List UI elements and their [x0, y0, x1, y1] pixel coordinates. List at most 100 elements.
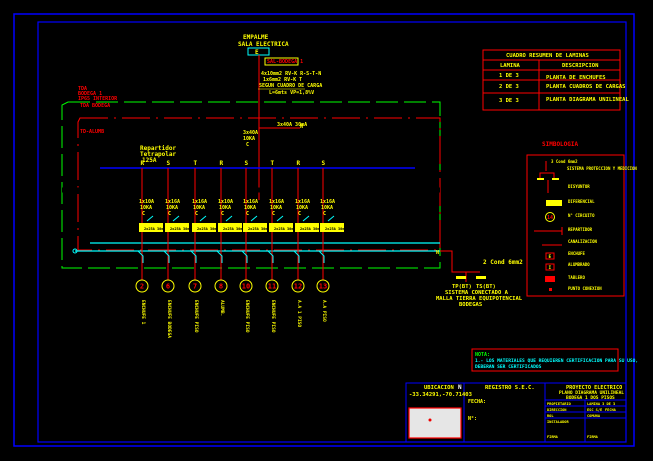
- sheet-row-description: PLANTA DE ENCHUFES: [546, 75, 606, 81]
- sheets-header-descripcion: DESCRIPCION: [562, 63, 598, 69]
- circuit-name: ENCHUFE BODEGA: [166, 300, 172, 338]
- circuit-differential-label: 2x25A 30mA: [144, 227, 166, 231]
- circuit-phase: T: [271, 160, 275, 167]
- sheet-row-description: PLANTA DIAGRAMA UNILINEAL: [546, 97, 629, 103]
- main-breaker-ka: 10KA: [243, 136, 255, 142]
- panel-icon: [545, 276, 555, 282]
- circuit-number: 12: [294, 283, 302, 291]
- circuit-phase: R: [220, 160, 224, 167]
- circuit-name: A.A PISO: [321, 300, 327, 322]
- cable-spec-4: L=6mts VP=1,8%V: [269, 90, 314, 96]
- circuit-number: 7: [193, 283, 197, 291]
- circuit-number: 10: [242, 283, 250, 291]
- panel-tag-4: TDA BODEGA: [80, 103, 110, 109]
- circuit-differential-label: 2x25A 30mA: [223, 227, 245, 231]
- empalme-box-label: E: [255, 49, 259, 56]
- legend-ground-icon: [552, 178, 559, 180]
- circuit-phase: S: [167, 160, 171, 167]
- legend-item-label: DIFERENCIAL: [568, 199, 595, 204]
- sheet-row-number: 2 DE 3: [499, 84, 519, 90]
- legend-item-label: 3 Cond 6mm2: [551, 159, 578, 164]
- empalme-subtitle: SALA ELECTRICA: [238, 41, 289, 48]
- circuit-phase: R: [297, 160, 301, 167]
- light-glyph: I: [549, 265, 552, 271]
- registry-number-label: N°:: [468, 416, 477, 422]
- circuit-number: 6: [166, 283, 170, 291]
- registry-date-label: FECHA:: [468, 399, 486, 405]
- ground-text-3: BODEGAS: [459, 302, 482, 308]
- connection-point-icon: [549, 288, 552, 291]
- ground-cable-label: 2 Cond 6mm2: [483, 259, 523, 266]
- bus-neutral-label: N: [436, 250, 439, 256]
- circuit-number: 8: [219, 283, 223, 291]
- circuit-name: A.A 1 PISO: [296, 300, 302, 327]
- circuit-name: ENCHUFE PISO: [270, 300, 276, 333]
- ground-symbol-1: [456, 276, 466, 279]
- note-title: NOTA:: [475, 352, 490, 358]
- legend: 3 Cond 6mm2 SISTEMA PROTECCION Y MEDICION…: [534, 159, 637, 291]
- circuit-differential-label: 2x25A 30mA: [248, 227, 270, 231]
- sheet-row-description: PLANTA CUADROS DE CARGAS: [546, 84, 625, 90]
- cable-spec-3: SEGUN CUADRO DE CARGA: [259, 83, 322, 89]
- circuit-phase: S: [322, 160, 326, 167]
- circuit-name: ALUMB.: [219, 300, 225, 316]
- circuit-breaker-curve: C: [142, 211, 145, 217]
- title-block: UBICACION -33.34291,-70.71403 N REGISTRO…: [405, 382, 627, 443]
- circuit-breaker-curve: C: [195, 211, 198, 217]
- tb-address: DIRECCION: [547, 408, 566, 412]
- circuits: R1x10A10KAC2x25A 30mA2ENCHUFE 1S1x16A10K…: [135, 160, 439, 338]
- circuit-differential-label: 2x25A 30mA: [170, 227, 192, 231]
- tb-owner: PROPIETARIO: [547, 402, 571, 406]
- sheets-title: CUADRO RESUMEN DE LAMINAS: [506, 53, 589, 59]
- circuit-phase: T: [194, 160, 198, 167]
- legend-item-label: DISYUNTOR: [568, 184, 590, 189]
- circuit-phase: R: [141, 160, 145, 167]
- circuit-number: 13: [319, 283, 327, 291]
- circuit-number: 11: [268, 283, 276, 291]
- neutral-label: N: [300, 124, 303, 130]
- sheet-row-number: 3 DE 3: [499, 98, 519, 104]
- tb-scale: ESC S/E: [587, 408, 602, 412]
- tb-signature-1: FIRMA: [547, 435, 559, 439]
- tb-rol: ROL: [547, 414, 554, 418]
- distributor-label-3: 125A: [142, 157, 157, 164]
- distributor-icon: [534, 227, 563, 235]
- circuit-breaker-curve: C: [168, 211, 171, 217]
- circuit-differential-label: 2x25A 30mA: [300, 227, 322, 231]
- tb-date: FECHA: [605, 408, 617, 412]
- legend-item-label: SISTEMA PROTECCION Y MEDICION: [567, 166, 637, 171]
- circuit-differential-label: 2x25A 30mA: [274, 227, 296, 231]
- circuit-breaker-curve: C: [272, 211, 275, 217]
- single-line-diagram: EMPALME SALA ELECTRICA E SAL-BODEGA 1 4x…: [13, 13, 638, 447]
- legend-title: SIMBOLOGIA: [542, 141, 579, 148]
- sheet-row-number: 1 DE 3: [499, 73, 519, 79]
- note-text-2: DEBERAN SER CERTIFICADOS: [475, 364, 542, 370]
- circuit-phase: S: [245, 160, 249, 167]
- legend-item-label: REPARTIDOR: [568, 227, 593, 232]
- circuit-breaker-curve: C: [323, 211, 326, 217]
- circuit-breaker-curve: C: [221, 211, 224, 217]
- ground-symbol-2: [476, 276, 486, 279]
- legend-item-label: CANALIZACION: [568, 239, 597, 244]
- circuit-name: ENCHUFE PISO: [193, 300, 199, 333]
- panel-tag-5: TD-ALUMB: [80, 129, 104, 135]
- feeder-tag-label: SAL-BODEGA 1: [267, 59, 303, 65]
- sheets-header-lamina: LAMINA: [500, 63, 521, 69]
- circuit-name: ENCHUFE 1: [140, 300, 146, 325]
- circuit-breaker-curve: C: [298, 211, 301, 217]
- panel-tag-3: IP65 INTERIOR: [78, 96, 118, 102]
- project-title-3: BODEGA 1 DOS PISOS: [566, 395, 615, 401]
- circuit-number-sample: 14: [547, 215, 553, 221]
- sheets-table: CUADRO RESUMEN DE LAMINAS LAMINA DESCRIP…: [482, 49, 629, 111]
- location-map: [408, 407, 462, 439]
- legend-item-label: PUNTO CONEXION: [568, 286, 602, 291]
- empalme-title: EMPALME: [243, 34, 269, 41]
- circuit-differential-label: 2x25A 30mA: [325, 227, 347, 231]
- tb-installer: INSTALADOR: [547, 420, 569, 424]
- circuit-differential-label: 2x25A 30mA: [197, 227, 219, 231]
- note-text-1: 1.- LOS MATERIALES QUE REQUIEREN CERTIFI…: [475, 358, 638, 364]
- outlet-glyph: E: [549, 254, 552, 260]
- tb-comuna: COMUNA: [587, 414, 601, 418]
- legend-item-label: ENCHUFE: [568, 251, 585, 256]
- tb-signature-2: FIRMA: [587, 435, 599, 439]
